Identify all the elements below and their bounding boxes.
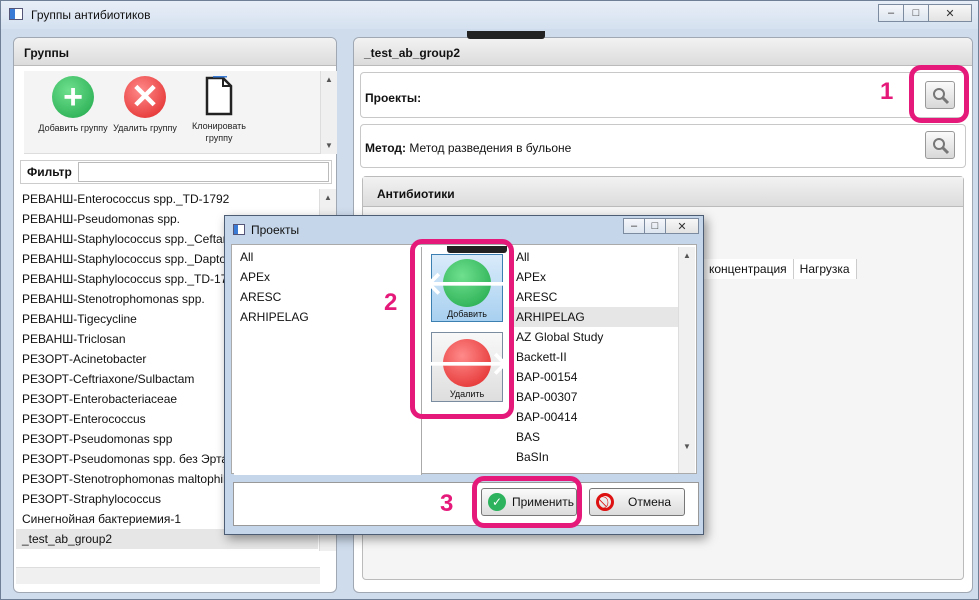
cancel-button[interactable]: ⃠ Отмена [589, 488, 685, 516]
title-bar: Группы антибиотиков – □ ✕ [1, 1, 978, 29]
dialog-minimize-button[interactable]: – [623, 218, 645, 234]
maximize-button[interactable]: □ [903, 4, 929, 22]
available-projects-list: All APEx ARESC ARHIPELAG [234, 247, 422, 475]
splitter-grip[interactable] [467, 31, 545, 39]
annotation-number-2: 2 [384, 289, 398, 316]
groups-header: Группы [14, 38, 336, 66]
cancel-icon: ⃠ [596, 493, 614, 511]
selected-projects-scrollbar[interactable]: ▲ ▼ [678, 247, 695, 473]
available-project-item[interactable]: All [234, 247, 421, 267]
add-icon: + [52, 76, 94, 118]
method-search-button[interactable] [925, 131, 955, 159]
dialog-close-button[interactable]: ✕ [665, 218, 699, 234]
toolbar-scrollbar[interactable]: ▲ ▼ [320, 71, 337, 154]
selected-project-item[interactable]: ARHIPELAG [510, 307, 678, 327]
selected-project-item[interactable]: BAP-00414 [510, 407, 678, 427]
group-list-item[interactable]: РЕВАНШ-Enterococcus spp._TD-1792 [16, 189, 318, 209]
selected-project-item[interactable]: BAP-00307 [510, 387, 678, 407]
cancel-label: Отмена [628, 495, 672, 509]
filter-label: Фильтр [27, 165, 72, 179]
projects-field: Проекты: [360, 72, 966, 118]
method-field: Метод: Метод разведения в бульоне [360, 124, 966, 168]
column-concentration[interactable]: концентрация [703, 259, 794, 279]
delete-group-button[interactable]: ✕ Удалить группу [110, 76, 180, 134]
selected-project-item[interactable]: BAP-00154 [510, 367, 678, 387]
selected-project-item[interactable]: BaSIn [510, 447, 678, 467]
clone-icon [203, 74, 235, 116]
selected-project-item[interactable]: APEx [510, 267, 678, 287]
filter-input[interactable] [77, 162, 329, 182]
available-project-item[interactable]: APEx [234, 267, 421, 287]
clone-group-label: Клонировать группу [192, 121, 246, 143]
dialog-maximize-button[interactable]: □ [644, 218, 666, 234]
dialog-title: Проекты [251, 223, 300, 237]
delete-group-label: Удалить группу [113, 123, 177, 133]
annotation-highlight-3 [472, 476, 582, 528]
annotation-number-1: 1 [880, 78, 894, 105]
selected-projects-list: All APEx ARESC ARHIPELAG AZ Global Study Back… [510, 247, 678, 473]
selected-project-item[interactable]: BAS [510, 427, 678, 447]
method-label: Метод: [365, 141, 407, 155]
window-title: Группы антибиотиков [31, 8, 151, 22]
minimize-button[interactable]: – [878, 4, 904, 22]
antibiotics-table-header: концентрация Нагрузка [703, 259, 857, 279]
clone-group-button[interactable]: Клонировать группу [178, 74, 260, 144]
search-icon [933, 138, 950, 155]
antibiotics-header: Антибиотики [363, 177, 963, 207]
app-icon [9, 8, 23, 20]
close-button[interactable]: ✕ [928, 4, 972, 22]
annotation-highlight-1 [909, 65, 969, 123]
add-group-label: Добавить группу [38, 123, 108, 133]
selected-project-item[interactable]: AZ Global Study [510, 327, 678, 347]
groups-hscrollbar[interactable] [16, 567, 320, 584]
column-load[interactable]: Нагрузка [794, 259, 857, 279]
method-value: Метод разведения в бульоне [409, 141, 572, 155]
filter-row: Фильтр [20, 160, 332, 184]
selected-project-item[interactable]: All [510, 247, 678, 267]
groups-toolbar: + Добавить группу ✕ Удалить группу Клони… [24, 71, 324, 154]
projects-label: Проекты: [365, 91, 422, 105]
dialog-icon [233, 224, 245, 235]
group-detail-header: _test_ab_group2 [354, 38, 972, 66]
selected-project-item[interactable]: Backett-II [510, 347, 678, 367]
annotation-highlight-2 [410, 239, 514, 419]
delete-icon: ✕ [124, 76, 166, 118]
annotation-number-3: 3 [440, 490, 454, 517]
selected-project-item[interactable]: ARESC [510, 287, 678, 307]
add-group-button[interactable]: + Добавить группу [38, 76, 108, 134]
